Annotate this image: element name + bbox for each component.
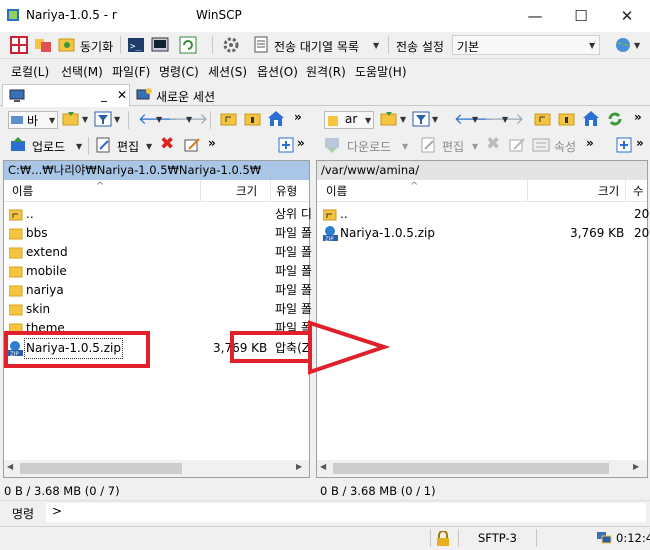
- session-time: 0:12:45: [616, 531, 650, 545]
- command-label: 명령: [12, 507, 35, 521]
- left-status-text: 0 B / 3.68 MB (0 / 7): [4, 484, 120, 498]
- status-divider: [458, 529, 459, 547]
- annotation-box: [230, 331, 312, 363]
- annotation-box: [4, 331, 150, 368]
- status-divider: [430, 529, 431, 547]
- annotation-arrow: [308, 320, 391, 375]
- status-bar: SFTP-3 0:12:45: [0, 526, 650, 549]
- right-status-text: 0 B / 3.68 MB (0 / 1): [320, 484, 436, 498]
- command-prompt: >: [52, 504, 63, 518]
- protocol-label: SFTP-3: [478, 531, 517, 545]
- connection-icon: [596, 531, 612, 548]
- command-input[interactable]: >: [46, 503, 646, 522]
- annotation-overlay: [4, 320, 391, 375]
- status-divider: [536, 529, 537, 547]
- lock-icon: [436, 530, 450, 550]
- command-bar: 명령 >: [0, 500, 650, 524]
